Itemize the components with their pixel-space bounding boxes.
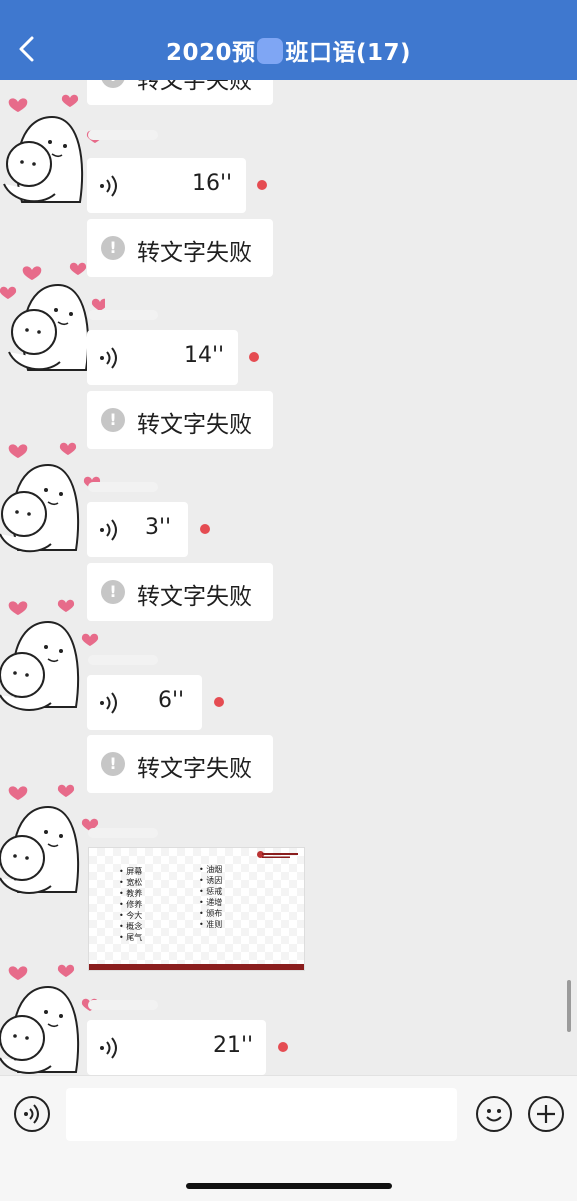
transcribe-fail-bubble[interactable]: ! 转文字失败: [87, 219, 273, 277]
slide-word: 诱因: [199, 875, 222, 886]
unread-dot: [214, 697, 224, 707]
fail-text: 转文字失败: [137, 412, 252, 438]
voice-duration: 16'': [192, 171, 233, 196]
transcribe-fail-bubble[interactable]: ! 转文字失败: [87, 563, 273, 621]
slide-word: 惩戒: [199, 886, 222, 897]
slide-footer-bar: [89, 964, 304, 970]
slide-word: 修养: [119, 899, 142, 910]
unread-dot: [257, 180, 267, 190]
transcribe-fail-bubble[interactable]: ! 转文字失败: [87, 391, 273, 449]
voice-message[interactable]: 3'': [87, 502, 188, 557]
slide-left-column: 屏幕 宽松 教养 修养 今大 概念 尾气: [119, 866, 142, 943]
nav-bar: 2020预 班口语(17): [0, 0, 577, 80]
message-input[interactable]: [66, 1088, 457, 1141]
slide-word: 概念: [119, 921, 142, 932]
fail-text: 转文字失败: [137, 584, 252, 610]
exclamation-icon: !: [101, 408, 125, 432]
voice-input-icon[interactable]: [14, 1096, 50, 1132]
voice-message[interactable]: 16'': [87, 158, 246, 213]
slide-word: 递增: [199, 897, 222, 908]
chat-title: 2020预 班口语(17): [0, 33, 577, 67]
slide-right-column: 油烟 诱因 惩戒 递增 颁布 准则: [199, 864, 222, 930]
sender-name-redacted: [88, 828, 158, 838]
sender-name-redacted: [88, 482, 158, 492]
redacted-chip: [257, 38, 284, 64]
unread-dot: [200, 524, 210, 534]
voice-duration: 14'': [184, 343, 225, 368]
unread-dot: [278, 1042, 288, 1052]
input-bar: [0, 1075, 577, 1201]
slide-word: 准则: [199, 919, 222, 930]
voice-wave-icon: [100, 1037, 117, 1059]
slide-word: 尾气: [119, 932, 142, 943]
image-message[interactable]: 屏幕 宽松 教养 修养 今大 概念 尾气 油烟 诱因 惩戒 递增 颁布 准则: [88, 847, 305, 971]
slide-word: 今大: [119, 910, 142, 921]
scrollbar[interactable]: [567, 980, 571, 1032]
school-logo-text: [262, 853, 298, 858]
voice-wave-icon: [100, 519, 117, 541]
voice-wave-icon: [100, 175, 117, 197]
slide-word: 油烟: [199, 864, 222, 875]
slide-word: 教养: [119, 888, 142, 899]
transcribe-fail-bubble[interactable]: ! 转文字失败: [87, 735, 273, 793]
voice-message[interactable]: 21'': [87, 1020, 266, 1075]
sender-name-redacted: [88, 655, 158, 665]
transcribe-fail-bubble[interactable]: ! 转文字失败: [87, 80, 273, 105]
exclamation-icon: !: [101, 80, 125, 88]
sender-name-redacted: [88, 310, 158, 320]
voice-duration: 6'': [158, 688, 185, 713]
emoji-icon[interactable]: [476, 1096, 512, 1132]
message-list[interactable]: ! 转文字失败 16'' ! 转文字失败: [0, 80, 577, 1075]
voice-duration: 3'': [145, 515, 172, 540]
chat-title-suffix: 班口语(17): [285, 40, 412, 66]
chat-title-prefix: 2020预: [165, 40, 256, 66]
slide-word: 宽松: [119, 877, 142, 888]
fail-text: 转文字失败: [137, 80, 252, 94]
voice-wave-icon: [100, 692, 117, 714]
slide-word: 屏幕: [119, 866, 142, 877]
fail-text: 转文字失败: [137, 240, 252, 266]
exclamation-icon: !: [101, 752, 125, 776]
unread-dot: [249, 352, 259, 362]
voice-message[interactable]: 14'': [87, 330, 238, 385]
voice-duration: 21'': [213, 1033, 254, 1058]
exclamation-icon: !: [101, 236, 125, 260]
sender-name-redacted: [88, 130, 158, 140]
sender-name-redacted: [88, 1000, 158, 1010]
voice-wave-icon: [100, 347, 117, 369]
voice-message[interactable]: 6'': [87, 675, 202, 730]
home-indicator[interactable]: [186, 1183, 392, 1189]
plus-icon[interactable]: [528, 1096, 564, 1132]
fail-text: 转文字失败: [137, 756, 252, 782]
slide-word: 颁布: [199, 908, 222, 919]
